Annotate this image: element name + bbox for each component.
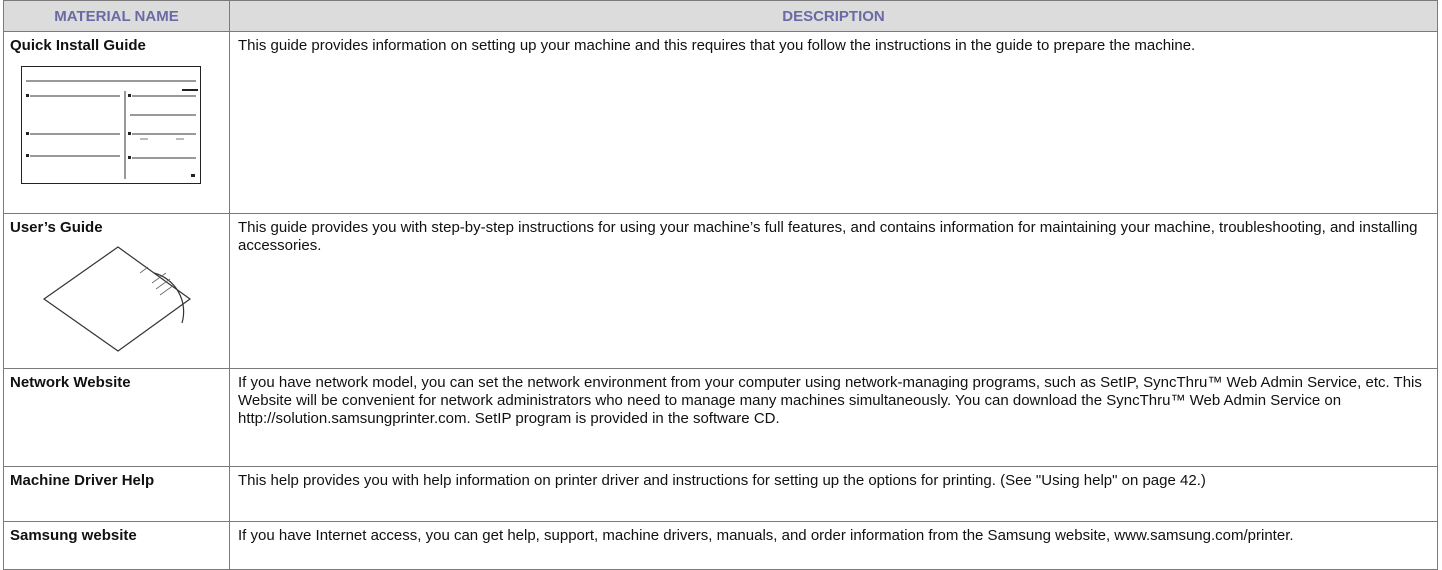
description-cell: If you have Internet access, you can get… [229,521,1438,570]
table-header-row: MATERIAL NAME DESCRIPTION [3,0,1438,32]
materials-table: MATERIAL NAME DESCRIPTION Quick Install … [3,0,1438,570]
header-description: DESCRIPTION [229,0,1438,32]
description-cell: If you have network model, you can set t… [229,368,1438,467]
material-name-cell: User’s Guide [3,213,230,369]
description-cell: This guide provides information on setti… [229,31,1438,214]
table-row: Network Website If you have network mode… [3,368,1438,467]
material-name: Quick Install Guide [10,37,146,54]
cd-sleeve-icon [42,246,192,352]
material-name: Machine Driver Help [10,472,155,489]
table-row: User’s Guide This guide provides you wit… [3,213,1438,369]
material-name: Network Website [10,374,131,391]
material-name-cell: Samsung website [3,521,230,570]
material-name: User’s Guide [10,219,103,236]
header-material-name: MATERIAL NAME [3,0,230,32]
quick-install-guide-thumbnail [21,66,201,184]
table-row: Machine Driver Help This help provides y… [3,466,1438,522]
material-name: Samsung website [10,527,137,544]
quick-install-guide-diagram [26,80,198,179]
material-name-cell: Network Website [3,368,230,467]
description-cell: This guide provides you with step-by-ste… [229,213,1438,369]
description-cell: This help provides you with help informa… [229,466,1438,522]
material-name-cell: Machine Driver Help [3,466,230,522]
table-row: Quick Install Guide This guide provides … [3,31,1438,214]
table-row: Samsung website If you have Internet acc… [3,521,1438,570]
material-name-cell: Quick Install Guide [3,31,230,214]
